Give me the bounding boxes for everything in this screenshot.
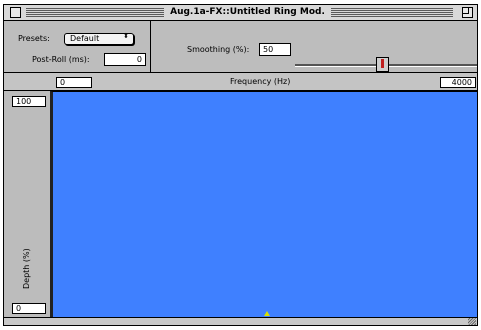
depth-frequency-plot[interactable] <box>50 91 477 317</box>
post-roll-field[interactable]: 0 <box>104 53 146 66</box>
smoothing-label: Smoothing (%): <box>187 45 250 54</box>
depth-min-field[interactable]: 0 <box>12 303 46 314</box>
title-stripes-right <box>331 8 453 17</box>
depth-axis-label: Depth (%) <box>22 248 31 289</box>
window-title: Aug.1a-FX::Untitled Ring Mod. <box>164 6 331 19</box>
frequency-min-field[interactable]: 0 <box>56 77 92 88</box>
close-box-icon[interactable] <box>10 7 21 18</box>
depth-max-field[interactable]: 100 <box>12 96 46 107</box>
frequency-bar: 0 Frequency (Hz) 4000 <box>4 73 477 91</box>
depth-gutter: 100 Depth (%) 0 <box>4 91 50 317</box>
presets-label: Presets: <box>18 34 50 43</box>
bottom-bar <box>4 317 477 325</box>
presets-popup[interactable]: Default ⬍ <box>64 33 134 45</box>
popup-arrows-icon: ⬍ <box>123 32 129 40</box>
frequency-axis-label: Frequency (Hz) <box>230 77 291 86</box>
frequency-max-field[interactable]: 4000 <box>440 77 476 88</box>
presets-selected: Default <box>70 34 100 43</box>
title-bar[interactable]: Aug.1a-FX::Untitled Ring Mod. <box>4 5 477 21</box>
smoothing-field[interactable]: 50 <box>259 43 291 56</box>
grow-box-icon[interactable] <box>468 318 476 325</box>
post-roll-label: Post-Roll (ms): <box>32 55 90 64</box>
controls-divider <box>150 21 151 72</box>
frequency-marker-icon[interactable] <box>264 311 270 316</box>
title-stripes-left <box>26 8 164 17</box>
controls-panel: Presets: Default ⬍ Post-Roll (ms): 0 Smo… <box>4 21 477 73</box>
slider-thumb-icon[interactable] <box>376 57 389 72</box>
zoom-box-icon[interactable] <box>462 7 473 18</box>
plugin-window: Aug.1a-FX::Untitled Ring Mod. Presets: D… <box>3 4 478 326</box>
